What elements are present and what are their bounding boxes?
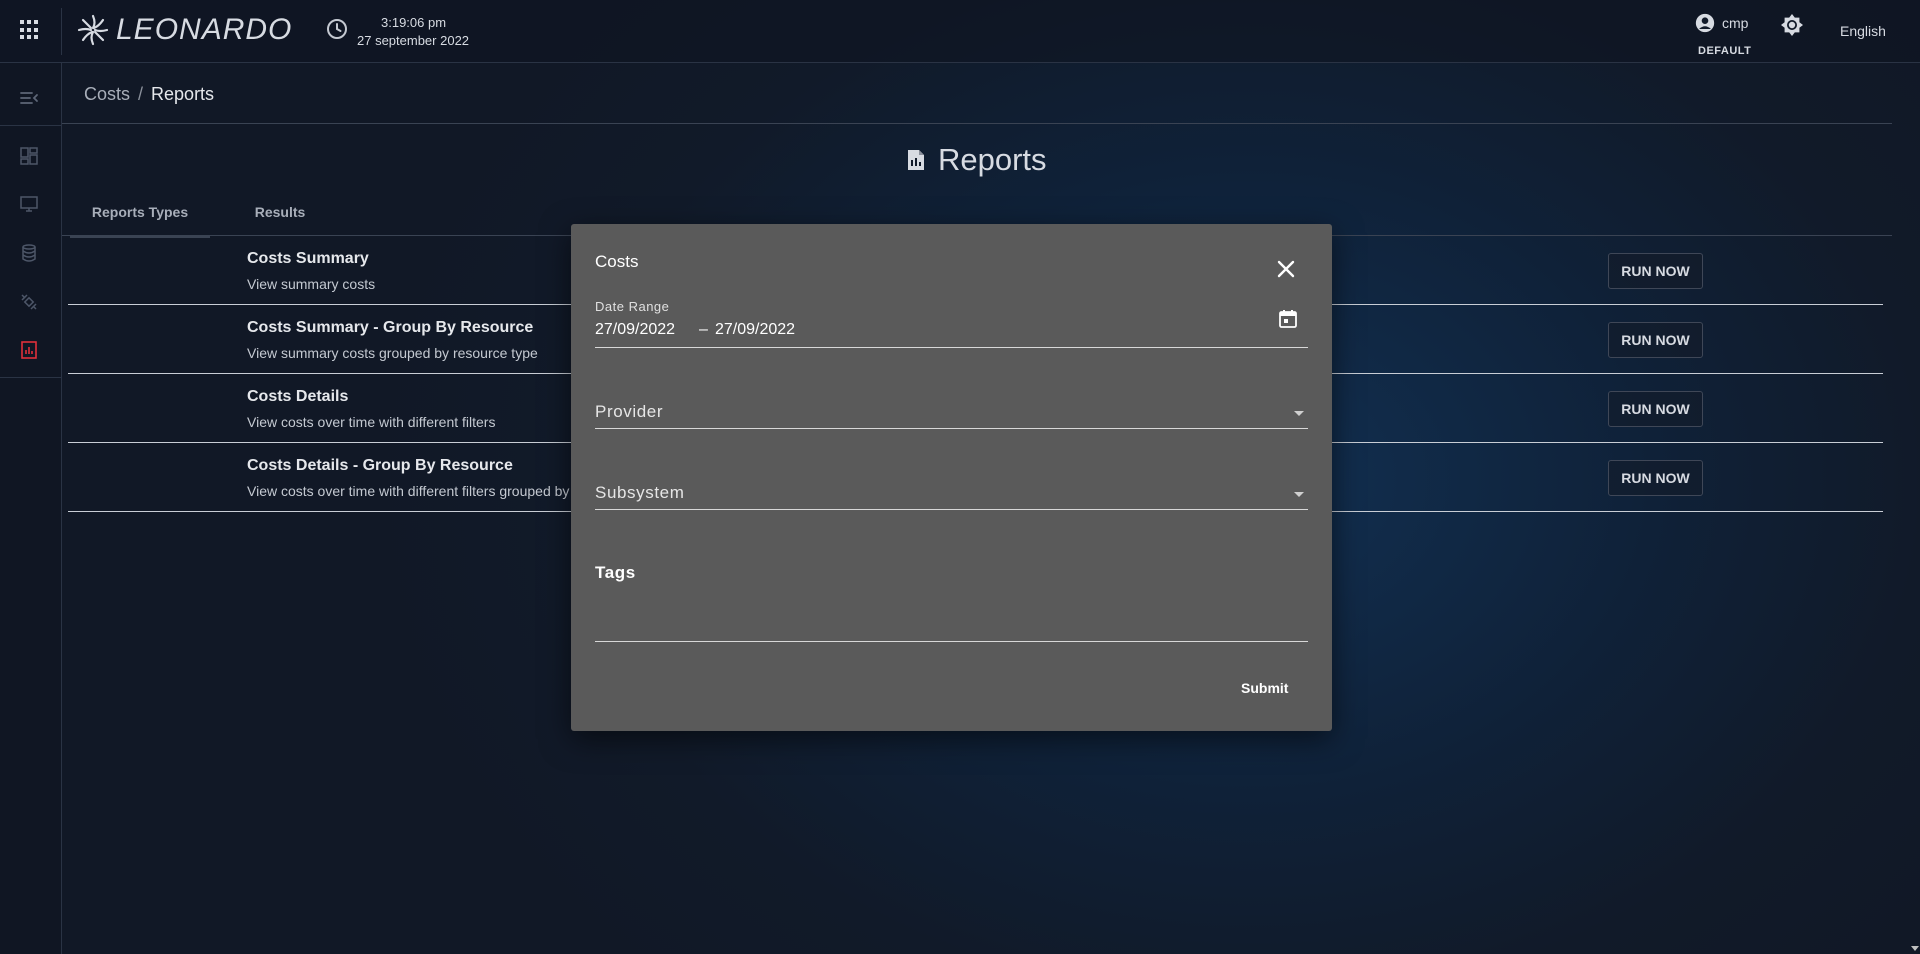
provider-underline	[595, 428, 1308, 429]
chevron-down-icon[interactable]	[1294, 411, 1304, 416]
run-now-button[interactable]: RUN NOW	[1608, 391, 1703, 427]
breadcrumb-parent[interactable]: Costs	[84, 84, 130, 104]
chevron-down-icon[interactable]	[1294, 492, 1304, 497]
report-file-icon	[908, 150, 924, 170]
apps-grid-icon[interactable]	[20, 20, 40, 40]
run-now-button[interactable]: RUN NOW	[1608, 253, 1703, 289]
top-bar-divider	[61, 8, 62, 55]
clock-icon	[327, 19, 347, 39]
user-menu[interactable]: cmp	[1694, 12, 1748, 34]
sidebar-divider	[0, 377, 62, 378]
report-title: Costs Summary	[247, 250, 369, 267]
account-circle-icon	[1695, 13, 1715, 33]
submit-button[interactable]: Submit	[1241, 680, 1288, 696]
logo-text: LEONARDO	[116, 13, 293, 46]
run-now-button[interactable]: RUN NOW	[1608, 322, 1703, 358]
tabs: Reports Types Results	[70, 200, 350, 238]
satellite-icon[interactable]	[19, 292, 39, 312]
close-icon[interactable]	[1277, 260, 1295, 278]
reports-icon[interactable]	[19, 340, 39, 360]
report-title: Costs Summary - Group By Resource	[247, 319, 534, 336]
report-description: View summary costs grouped by resource t…	[247, 345, 538, 361]
leonardo-logo-icon	[77, 14, 109, 46]
breadcrumb-current: Reports	[151, 84, 215, 104]
report-title: Costs Details	[247, 388, 349, 405]
current-date: 27 september 2022	[357, 33, 470, 48]
current-time: 3:19:06 pm	[381, 15, 447, 30]
tags-label: Tags	[595, 563, 636, 582]
scroll-down-arrow[interactable]	[1911, 946, 1919, 951]
date-range-label: Date Range	[595, 299, 670, 314]
leonardo-logo[interactable]: LEONARDO	[76, 10, 292, 50]
monitor-icon[interactable]	[19, 194, 39, 214]
dashboard-icon[interactable]	[19, 146, 39, 166]
sidebar	[0, 63, 62, 954]
provider-select[interactable]: Provider	[595, 402, 663, 422]
subsystem-select[interactable]: Subsystem	[595, 483, 685, 503]
dialog-title: Costs	[595, 252, 639, 271]
date-end-input[interactable]: 27/09/2022	[715, 321, 795, 339]
breadcrumb-separator: /	[138, 84, 144, 104]
language-selector[interactable]: English	[1840, 23, 1886, 39]
page-title-text: Reports	[938, 142, 1047, 177]
report-description: View costs over time with different filt…	[247, 414, 496, 430]
tags-input[interactable]	[595, 641, 1308, 642]
brightness-icon[interactable]	[1780, 13, 1804, 37]
date-range-separator: –	[699, 321, 708, 338]
report-description: View costs over time with different filt…	[247, 483, 570, 499]
report-title: Costs Details - Group By Resource	[247, 457, 513, 474]
sidebar-divider	[0, 125, 62, 126]
report-description: View summary costs	[247, 276, 376, 292]
datetime: 3:19:06 pm 27 september 2022	[357, 14, 469, 50]
subsystem-underline	[595, 509, 1308, 510]
run-now-button[interactable]: RUN NOW	[1608, 460, 1703, 496]
calendar-icon[interactable]	[1277, 308, 1299, 330]
date-range-underline	[595, 347, 1308, 348]
page-title: Reports	[906, 142, 1047, 178]
header-divider	[62, 123, 1892, 124]
breadcrumb: Costs / Reports	[84, 84, 214, 105]
top-bar: LEONARDO 3:19:06 pm 27 september 2022 cm…	[0, 0, 1920, 63]
date-start-input[interactable]: 27/09/2022	[595, 321, 675, 339]
collapse-menu-icon[interactable]	[19, 88, 39, 108]
user-role: DEFAULT	[1698, 45, 1752, 57]
costs-dialog: Costs Date Range 27/09/2022 – 27/09/2022…	[571, 224, 1332, 731]
database-icon[interactable]	[19, 243, 39, 263]
tab-reports-types[interactable]: Reports Types	[70, 200, 210, 238]
user-name: cmp	[1722, 15, 1749, 31]
tab-results[interactable]: Results	[210, 200, 350, 238]
